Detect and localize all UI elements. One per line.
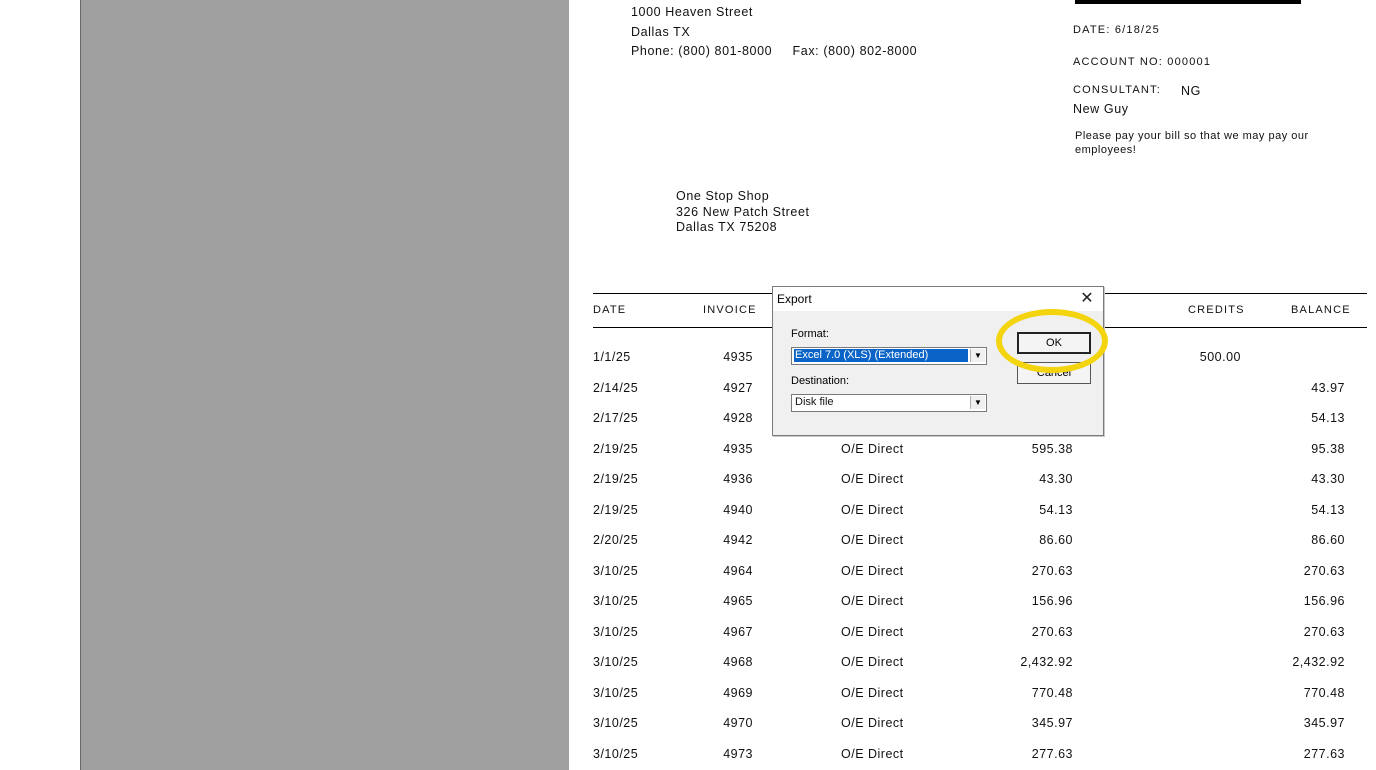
cell-date: 3/10/25 <box>593 563 639 578</box>
cell-amount: 270.63 <box>1031 563 1073 578</box>
cell-amount: 54.13 <box>1039 502 1073 517</box>
company-address: 1000 Heaven Street <box>631 5 753 19</box>
cell-invoice: 4935 <box>723 441 753 456</box>
cell-amount: 2,432.92 <box>1020 655 1073 669</box>
format-label: Format: <box>791 328 829 340</box>
cell-invoice: 4968 <box>723 655 753 669</box>
ok-button[interactable]: OK <box>1017 332 1091 354</box>
format-select-value: Excel 7.0 (XLS) (Extended) <box>793 348 969 363</box>
customer-city: Dallas TX 75208 <box>676 220 778 234</box>
cell-balance: 43.97 <box>1311 380 1345 395</box>
cell-invoice: 4970 <box>723 716 753 730</box>
cancel-button[interactable]: Cancel <box>1017 362 1091 384</box>
col-header-date: DATE <box>593 304 627 316</box>
cell-date: 3/10/25 <box>593 655 639 669</box>
cell-date: 2/17/25 <box>593 411 639 425</box>
col-header-invoice: INVOICE <box>703 304 757 316</box>
cell-balance: 156.96 <box>1303 594 1345 608</box>
cell-balance: 86.60 <box>1311 533 1345 547</box>
cell-credits: 500.00 <box>1199 350 1241 364</box>
cell-desc: O/E Direct <box>841 563 904 578</box>
cell-invoice: 4928 <box>723 411 753 425</box>
cell-desc: O/E Direct <box>841 472 904 486</box>
cell-date: 3/10/25 <box>593 716 639 730</box>
cell-desc: O/E Direct <box>841 624 904 639</box>
cell-invoice: 4964 <box>723 563 753 578</box>
cell-invoice: 4942 <box>723 533 753 547</box>
cell-date: 2/20/25 <box>593 533 639 547</box>
cell-balance: 2,432.92 <box>1292 655 1345 669</box>
cell-balance: 345.97 <box>1303 716 1345 730</box>
cell-amount: 345.97 <box>1031 716 1073 730</box>
close-icon[interactable]: ✕ <box>1077 289 1097 309</box>
cell-balance: 54.13 <box>1311 502 1345 517</box>
chevron-down-icon[interactable]: ▼ <box>970 396 985 409</box>
cell-desc: O/E Direct <box>841 685 904 700</box>
consultant-code: NG <box>1181 84 1201 98</box>
dialog-title: Export <box>777 292 812 306</box>
consultant-label: CONSULTANT: <box>1073 84 1161 96</box>
cell-invoice: 4927 <box>723 380 753 395</box>
cell-desc: O/E Direct <box>841 441 904 456</box>
chevron-down-icon[interactable]: ▼ <box>970 349 985 362</box>
cell-invoice: 4973 <box>723 746 753 761</box>
cell-desc: O/E Direct <box>841 502 904 517</box>
statement-date: DATE: 6/18/25 <box>1073 24 1160 36</box>
cell-invoice: 4965 <box>723 594 753 608</box>
format-select[interactable]: Excel 7.0 (XLS) (Extended) ▼ <box>791 347 987 365</box>
cell-desc: O/E Direct <box>841 716 904 730</box>
cell-date: 3/10/25 <box>593 746 639 761</box>
cell-desc: O/E Direct <box>841 746 904 761</box>
cell-date: 1/1/25 <box>593 350 631 364</box>
cell-amount: 595.38 <box>1031 441 1073 456</box>
cell-amount: 43.30 <box>1039 472 1073 486</box>
cell-invoice: 4969 <box>723 685 753 700</box>
cell-balance: 95.38 <box>1311 441 1345 456</box>
cell-desc: O/E Direct <box>841 655 904 669</box>
cell-date: 3/10/25 <box>593 594 639 608</box>
cell-amount: 770.48 <box>1031 685 1073 700</box>
cell-date: 2/19/25 <box>593 441 639 456</box>
account-number: ACCOUNT NO: 000001 <box>1073 56 1212 68</box>
destination-label: Destination: <box>791 375 850 387</box>
destination-select-value: Disk file <box>795 396 834 408</box>
cell-date: 2/14/25 <box>593 380 639 395</box>
dialog-titlebar: Export ✕ <box>773 287 1103 311</box>
cell-balance: 43.30 <box>1311 472 1345 486</box>
company-city: Dallas TX <box>631 25 691 39</box>
viewer-background <box>80 0 570 770</box>
cell-balance: 770.48 <box>1303 685 1345 700</box>
payment-note: Please pay your bill so that we may pay … <box>1075 130 1309 156</box>
cell-invoice: 4935 <box>723 350 753 364</box>
export-dialog: Export ✕ Format: Excel 7.0 (XLS) (Extend… <box>772 286 1104 436</box>
consultant-name: New Guy <box>1073 102 1129 116</box>
cell-date: 3/10/25 <box>593 685 639 700</box>
cell-date: 3/10/25 <box>593 624 639 639</box>
company-phone-fax: Phone: (800) 801-8000 Fax: (800) 802-800… <box>631 44 918 58</box>
cell-amount: 156.96 <box>1031 594 1073 608</box>
cell-date: 2/19/25 <box>593 472 639 486</box>
cell-invoice: 4936 <box>723 472 753 486</box>
col-header-credits: CREDITS <box>1188 304 1245 316</box>
cell-balance: 277.63 <box>1303 746 1345 761</box>
cell-balance: 270.63 <box>1303 563 1345 578</box>
destination-select[interactable]: Disk file ▼ <box>791 394 987 412</box>
customer-street: 326 New Patch Street <box>676 205 810 219</box>
cell-desc: O/E Direct <box>841 594 904 608</box>
cell-amount: 86.60 <box>1039 533 1073 547</box>
cell-invoice: 4940 <box>723 502 753 517</box>
cell-desc: O/E Direct <box>841 533 904 547</box>
cell-balance: 270.63 <box>1303 624 1345 639</box>
cell-date: 2/19/25 <box>593 502 639 517</box>
cell-amount: 270.63 <box>1031 624 1073 639</box>
cell-amount: 277.63 <box>1031 746 1073 761</box>
customer-name: One Stop Shop <box>676 189 770 203</box>
col-header-balance: BALANCE <box>1291 304 1351 316</box>
cell-balance: 54.13 <box>1311 411 1345 425</box>
header-bar <box>1075 0 1301 4</box>
cell-invoice: 4967 <box>723 624 753 639</box>
